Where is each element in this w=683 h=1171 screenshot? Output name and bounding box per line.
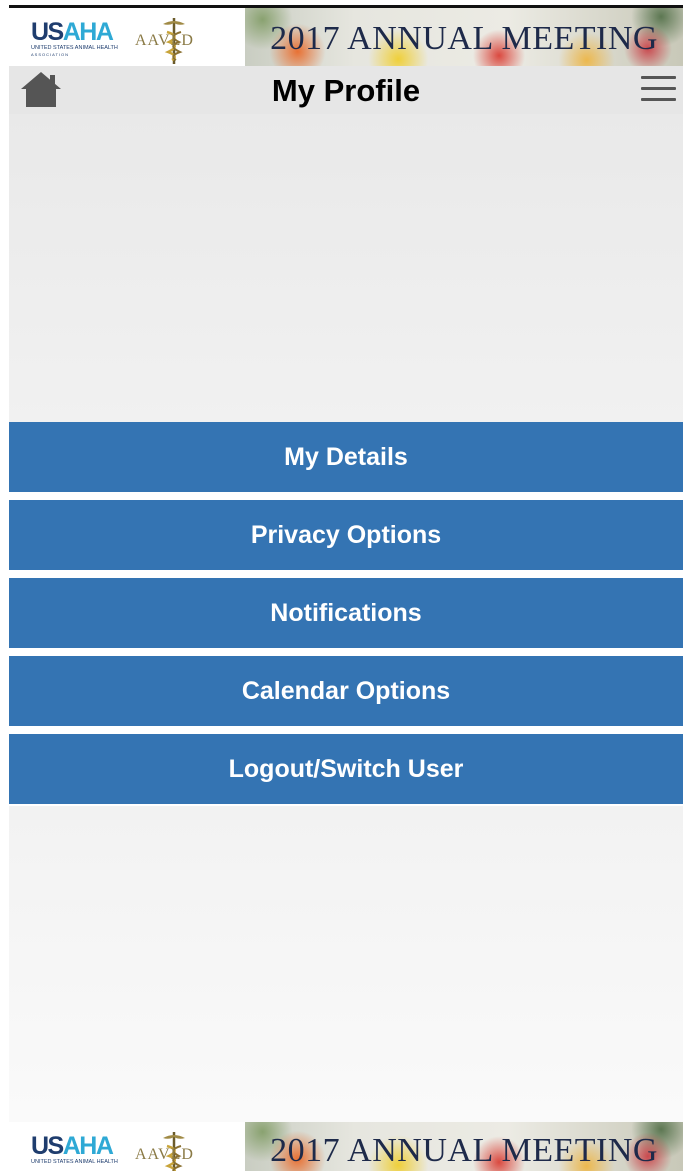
usaha-subtitle-2: ASSOCIATION xyxy=(31,52,70,57)
hamburger-menu-button[interactable] xyxy=(641,76,676,103)
profile-menu: My Details Privacy Options Notifications… xyxy=(9,422,683,812)
profile-content-area xyxy=(9,114,683,422)
privacy-options-button[interactable]: Privacy Options xyxy=(9,500,683,570)
aavld-logo: AAVLD xyxy=(135,16,205,64)
meeting-banner: 2017 ANNUAL MEETING xyxy=(245,8,683,66)
meeting-banner-bottom: 2017 ANNUAL MEETING xyxy=(245,1122,683,1171)
logout-switch-user-button[interactable]: Logout/Switch User xyxy=(9,734,683,804)
my-details-button[interactable]: My Details xyxy=(9,422,683,492)
meeting-title: 2017 ANNUAL MEETING xyxy=(270,20,658,57)
calendar-options-button[interactable]: Calendar Options xyxy=(9,656,683,726)
menu-line-icon xyxy=(641,98,676,101)
menu-line-icon xyxy=(641,76,676,79)
sponsor-logos: USAHA UNITED STATES ANIMAL HEALTH ASSOCI… xyxy=(9,8,245,66)
meeting-title-bottom: 2017 ANNUAL MEETING xyxy=(270,1132,658,1169)
menu-line-icon xyxy=(641,87,676,90)
page-header: My Profile xyxy=(9,66,683,114)
aavld-wordmark: AAVLD xyxy=(135,1146,194,1163)
usaha-logo-bottom: USAHA UNITED STATES ANIMAL HEALTH xyxy=(31,1132,118,1166)
usaha-subtitle: UNITED STATES ANIMAL HEALTH xyxy=(31,1159,118,1165)
usaha-subtitle: UNITED STATES ANIMAL HEALTH xyxy=(31,45,118,51)
page-title: My Profile xyxy=(271,73,421,108)
sponsor-logos-bottom: USAHA UNITED STATES ANIMAL HEALTH AAVLD xyxy=(9,1122,245,1171)
bottom-banner: USAHA UNITED STATES ANIMAL HEALTH AAVLD … xyxy=(9,1122,683,1171)
usaha-logo: USAHA UNITED STATES ANIMAL HEALTH ASSOCI… xyxy=(31,18,118,58)
aavld-logo-bottom: AAVLD xyxy=(135,1130,205,1171)
empty-content-area xyxy=(9,806,683,1122)
top-banner: USAHA UNITED STATES ANIMAL HEALTH ASSOCI… xyxy=(9,8,683,66)
notifications-button[interactable]: Notifications xyxy=(9,578,683,648)
aavld-wordmark: AAVLD xyxy=(135,32,194,49)
